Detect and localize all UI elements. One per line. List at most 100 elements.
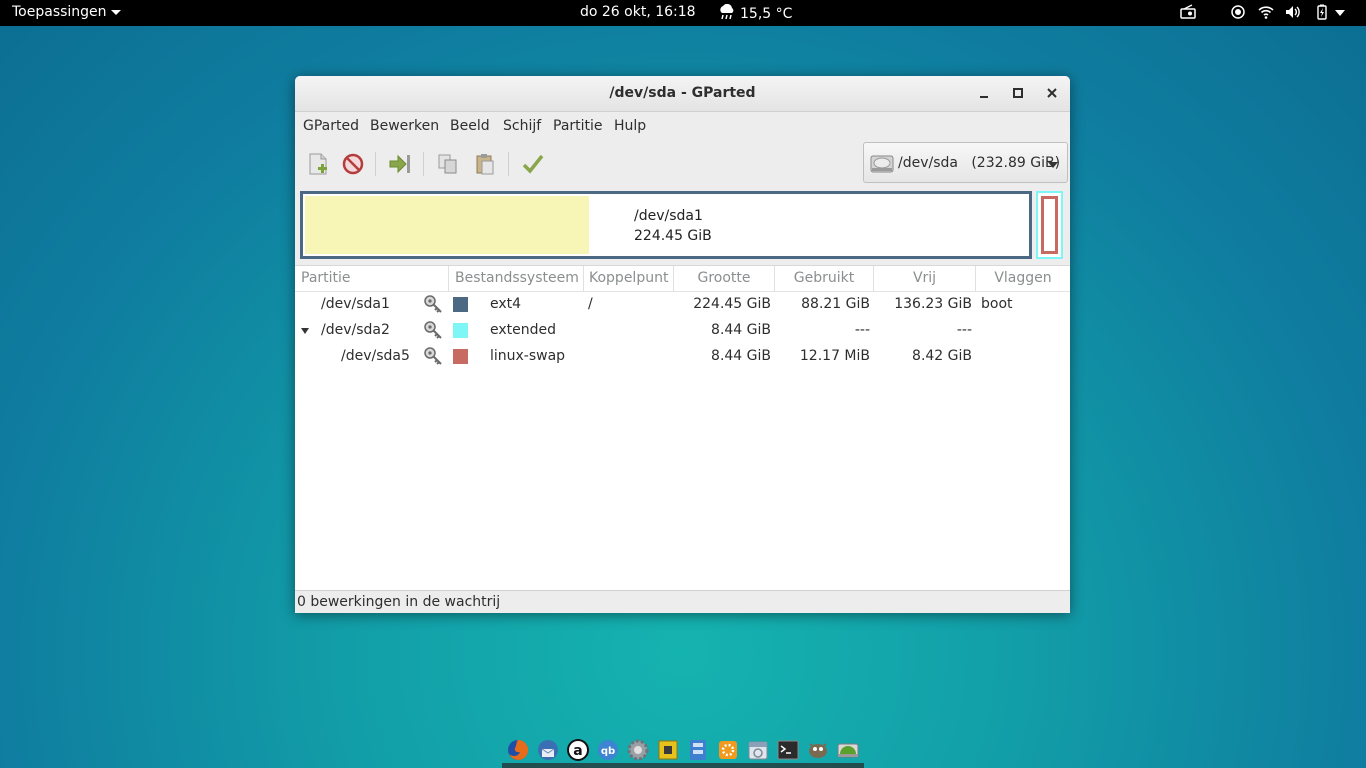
applications-menu[interactable]: Toepassingen xyxy=(12,4,121,20)
partition-bar-swap[interactable] xyxy=(1041,196,1058,254)
puzzle-icon[interactable] xyxy=(656,738,680,762)
column-header-grootte[interactable]: Grootte xyxy=(674,266,775,292)
toolbar-separator xyxy=(375,152,376,176)
partition-name: /dev/sda5 xyxy=(341,348,410,364)
hard-disk-icon xyxy=(870,155,894,173)
menu-partitie[interactable]: Partitie xyxy=(553,118,603,134)
menu-gparted[interactable]: GParted xyxy=(303,118,359,134)
device-size: (232.89 GiB) xyxy=(971,155,1061,171)
free: 136.23 GiB xyxy=(894,296,972,312)
table-row[interactable]: /dev/sda5 linux-swap 8.44 GiB 12.17 MiB … xyxy=(295,344,1070,370)
calendar-icon[interactable] xyxy=(746,738,770,762)
partition-bar-size: 224.45 GiB xyxy=(634,228,712,244)
menu-schijf[interactable]: Schijf xyxy=(503,118,541,134)
maximize-icon[interactable] xyxy=(1010,85,1026,101)
expander-arrow-icon[interactable] xyxy=(301,328,309,334)
window-title: /dev/sda - GParted xyxy=(609,85,756,101)
amarok-icon[interactable]: a xyxy=(566,738,590,762)
firefox-icon[interactable] xyxy=(506,738,530,762)
svg-text:a: a xyxy=(573,743,582,759)
battery-icon[interactable] xyxy=(1314,4,1330,20)
filesystem-color-swatch xyxy=(453,349,468,364)
column-header-gebruikt[interactable]: Gebruikt xyxy=(775,266,874,292)
filesystem: linux-swap xyxy=(490,348,566,364)
chevron-down-icon xyxy=(110,9,121,15)
dock-background xyxy=(502,763,864,768)
file-cabinet-icon[interactable] xyxy=(686,738,710,762)
resize-move-icon[interactable] xyxy=(388,152,412,176)
size: 224.45 GiB xyxy=(693,296,771,312)
terminal-icon[interactable] xyxy=(776,738,800,762)
new-partition-icon[interactable] xyxy=(306,152,330,176)
weather-indicator[interactable]: 15,5 °C xyxy=(718,3,793,22)
wifi-icon[interactable] xyxy=(1258,4,1274,20)
close-icon[interactable] xyxy=(1044,85,1060,101)
mount-point: / xyxy=(588,296,593,312)
column-header-bestandssysteem[interactable]: Bestandssysteem xyxy=(449,266,584,292)
volume-icon[interactable] xyxy=(1285,4,1301,20)
partition-bar-sda1[interactable]: /dev/sda1 224.45 GiB xyxy=(300,191,1032,259)
partition-name: /dev/sda1 xyxy=(321,296,390,312)
size: 8.44 GiB xyxy=(711,322,771,338)
used: 88.21 GiB xyxy=(801,296,870,312)
toolbar-separator xyxy=(508,152,509,176)
column-header-vlaggen[interactable]: Vlaggen xyxy=(976,266,1070,292)
gparted-window: /dev/sda - GParted GParted Bewerken Beel… xyxy=(295,76,1070,613)
key-icon xyxy=(424,347,442,365)
column-header-vrij[interactable]: Vrij xyxy=(874,266,976,292)
chevron-down-icon[interactable] xyxy=(1335,9,1345,17)
radio-icon[interactable] xyxy=(1180,4,1196,20)
menu-hulp[interactable]: Hulp xyxy=(614,118,646,134)
filesystem-color-swatch xyxy=(453,297,468,312)
used: 12.17 MiB xyxy=(799,348,870,364)
free: --- xyxy=(956,322,972,338)
dock: a qb xyxy=(502,736,864,768)
copy-icon[interactable] xyxy=(436,152,460,176)
menu-bewerken[interactable]: Bewerken xyxy=(370,118,439,134)
top-bar: Toepassingen do 26 okt, 16:18 15,5 °C xyxy=(0,0,1366,26)
column-header-partitie[interactable]: Partitie xyxy=(295,266,449,292)
toolbar: /dev/sda (232.89 GiB) xyxy=(295,141,1070,187)
minimize-icon[interactable] xyxy=(976,85,992,101)
svg-text:qb: qb xyxy=(601,746,615,757)
apply-checkmark-icon[interactable] xyxy=(521,152,545,176)
gimp-icon[interactable] xyxy=(806,738,830,762)
filesystem-color-swatch xyxy=(453,323,468,338)
gparted-icon[interactable] xyxy=(836,738,860,762)
used: --- xyxy=(854,322,870,338)
clock[interactable]: do 26 okt, 16:18 xyxy=(580,4,696,20)
location-icon[interactable] xyxy=(1230,4,1246,20)
menu-beeld[interactable]: Beeld xyxy=(450,118,490,134)
key-icon xyxy=(424,295,442,313)
table-row[interactable]: /dev/sda2 extended 8.44 GiB --- --- xyxy=(295,318,1070,344)
size: 8.44 GiB xyxy=(711,348,771,364)
partition-bar-name: /dev/sda1 xyxy=(634,208,703,224)
used-space-fill xyxy=(305,196,589,254)
qbittorrent-icon[interactable]: qb xyxy=(596,738,620,762)
device-name: /dev/sda xyxy=(898,155,958,171)
weather-temp: 15,5 °C xyxy=(740,6,793,22)
chevron-down-icon xyxy=(1048,162,1058,168)
filesystem: ext4 xyxy=(490,296,522,312)
filesystem: extended xyxy=(490,322,557,338)
partition-name: /dev/sda2 xyxy=(321,322,390,338)
partition-bar-extended[interactable] xyxy=(1036,191,1063,259)
paste-icon[interactable] xyxy=(473,152,497,176)
column-header-koppelpunt[interactable]: Koppelpunt xyxy=(584,266,674,292)
key-icon xyxy=(424,321,442,339)
device-selector[interactable]: /dev/sda (232.89 GiB) xyxy=(863,142,1068,183)
toolbox-icon[interactable] xyxy=(716,738,740,762)
applications-label: Toepassingen xyxy=(12,4,107,20)
flags: boot xyxy=(981,296,1013,312)
free: 8.42 GiB xyxy=(912,348,972,364)
thunderbird-icon[interactable] xyxy=(536,738,560,762)
delete-partition-icon[interactable] xyxy=(341,152,365,176)
rain-cloud-icon xyxy=(720,3,734,20)
settings-icon[interactable] xyxy=(626,738,650,762)
menu-bar: GParted Bewerken Beeld Schijf Partitie H… xyxy=(295,113,1070,141)
partition-table: Partitie Bestandssysteem Koppelpunt Groo… xyxy=(295,265,1070,590)
status-bar: 0 bewerkingen in de wachtrij xyxy=(295,590,1070,613)
title-bar[interactable]: /dev/sda - GParted xyxy=(295,76,1070,112)
table-row[interactable]: /dev/sda1 ext4 / 224.45 GiB 88.21 GiB 13… xyxy=(295,292,1070,318)
disk-map: /dev/sda1 224.45 GiB xyxy=(295,187,1070,265)
